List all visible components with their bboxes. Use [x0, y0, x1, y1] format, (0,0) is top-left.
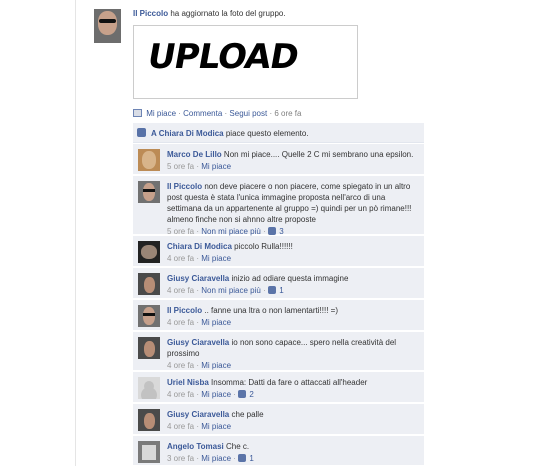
comment-author[interactable]: Uriel Nisba: [167, 378, 209, 387]
comment-author[interactable]: Giusy Ciaravella: [167, 338, 229, 347]
sunglasses-icon: [99, 19, 116, 23]
comment-text: Insomma: Datti da fare o attaccati all'h…: [211, 378, 368, 387]
comment-author[interactable]: Il Piccolo: [167, 306, 202, 315]
avatar[interactable]: [138, 273, 160, 295]
thumbs-up-icon[interactable]: [238, 454, 247, 462]
thumbs-up-icon[interactable]: [267, 227, 276, 235]
comment-like-link[interactable]: Mi piace: [201, 318, 231, 327]
thumbs-up-icon: [137, 128, 146, 137]
comment-author[interactable]: Giusy Ciaravella: [167, 274, 229, 283]
comment-item: Giusy Ciaravella inizio ad odiare questa…: [133, 268, 424, 299]
comment-like-link[interactable]: Mi piace: [201, 361, 231, 370]
comment-author[interactable]: Marco De Lillo: [167, 150, 222, 159]
avatar[interactable]: [138, 149, 160, 171]
thumbs-up-icon[interactable]: [238, 390, 247, 398]
comment-text: piccolo Rulla!!!!!!: [234, 242, 293, 251]
comment-like-count[interactable]: 2: [249, 390, 253, 399]
like-summary-bar: A Chiara Di Modica piace questo elemento…: [133, 123, 424, 143]
comment-text: inizio ad odiare questa immagine: [231, 274, 349, 283]
comment-text: Non mi piace.... Quelle 2 C mi sembrano …: [223, 150, 414, 159]
comment-text: che palle: [231, 410, 264, 419]
follow-post-link[interactable]: Segui post: [229, 109, 267, 118]
story-actions: Mi piace · Commenta · Segui post · 6 ore…: [133, 109, 301, 118]
comment-item: Chiara Di Modica piccolo Rulla!!!!!! 4 o…: [133, 236, 424, 267]
comment-item: Marco De Lillo Non mi piace.... Quelle 2…: [133, 144, 424, 175]
comment-time[interactable]: 5 ore fa: [167, 227, 194, 236]
comment-like-link[interactable]: Mi piace: [201, 254, 231, 263]
photo-upload-text: UPLOAD: [144, 37, 302, 77]
photo-icon: [133, 109, 142, 117]
comment-unlike-link[interactable]: Non mi piace più: [201, 227, 261, 236]
feed-left-border: [75, 0, 76, 466]
comment-time[interactable]: 4 ore fa: [167, 422, 194, 431]
comment-item: Giusy Ciaravella io non sono capace... s…: [133, 332, 424, 371]
author-name[interactable]: Il Piccolo: [133, 9, 168, 18]
comment-like-link[interactable]: Mi piace: [201, 454, 231, 463]
comment-item: Il Piccolo non deve piacere o non piacer…: [133, 176, 424, 236]
liker-name[interactable]: A Chiara Di Modica: [151, 129, 224, 138]
comment-item: Angelo Tomasi Che c. 3 ore fa · Mi piace…: [133, 436, 424, 466]
comment-text: Che c.: [225, 442, 250, 451]
comment-link[interactable]: Commenta: [183, 109, 222, 118]
like-summary-label: piace questo elemento.: [225, 129, 309, 138]
avatar[interactable]: [138, 181, 160, 203]
group-photo[interactable]: UPLOAD: [133, 25, 358, 99]
post-timestamp[interactable]: 6 ore fa: [274, 109, 301, 118]
avatar[interactable]: [138, 441, 160, 463]
avatar[interactable]: [138, 337, 160, 359]
comment-item: Giusy Ciaravella che palle 4 ore fa · Mi…: [133, 404, 424, 435]
thumbs-up-icon[interactable]: [267, 286, 276, 294]
story-header: Il Piccolo ha aggiornato la foto del gru…: [133, 9, 286, 18]
comment-time[interactable]: 5 ore fa: [167, 162, 194, 171]
comment-text: non deve piacere o non piacere, come spi…: [167, 182, 412, 224]
comment-text: .. fanne una ltra o non lamentarti!!!! =…: [204, 306, 338, 315]
comment-author[interactable]: Chiara Di Modica: [167, 242, 232, 251]
comment-time[interactable]: 4 ore fa: [167, 254, 194, 263]
comment-time[interactable]: 4 ore fa: [167, 318, 194, 327]
comment-time[interactable]: 4 ore fa: [167, 286, 194, 295]
comment-author[interactable]: Angelo Tomasi: [167, 442, 224, 451]
avatar[interactable]: [138, 241, 160, 263]
comment-item: Il Piccolo .. fanne una ltra o non lamen…: [133, 300, 424, 331]
comment-author[interactable]: Giusy Ciaravella: [167, 410, 229, 419]
comment-like-count[interactable]: 1: [249, 454, 253, 463]
comment-like-count[interactable]: 3: [279, 227, 283, 236]
comment-time[interactable]: 3 ore fa: [167, 454, 194, 463]
comment-unlike-link[interactable]: Non mi piace più: [201, 286, 261, 295]
story-action-text: ha aggiornato la foto del gruppo.: [170, 9, 286, 18]
comment-like-count[interactable]: 1: [279, 286, 283, 295]
avatar-face: [98, 11, 117, 35]
comment-time[interactable]: 4 ore fa: [167, 361, 194, 370]
like-link[interactable]: Mi piace: [146, 109, 176, 118]
like-summary-text: A Chiara Di Modica piace questo elemento…: [151, 129, 309, 138]
comment-like-link[interactable]: Mi piace: [201, 390, 231, 399]
avatar[interactable]: [94, 9, 121, 43]
comment-author[interactable]: Il Piccolo: [167, 182, 202, 191]
avatar[interactable]: [138, 409, 160, 431]
avatar[interactable]: [138, 377, 160, 399]
comment-like-link[interactable]: Mi piace: [201, 422, 231, 431]
avatar[interactable]: [138, 305, 160, 327]
comment-like-link[interactable]: Mi piace: [201, 162, 231, 171]
comment-time[interactable]: 4 ore fa: [167, 390, 194, 399]
comment-item: Uriel Nisba Insomma: Datti da fare o att…: [133, 372, 424, 403]
